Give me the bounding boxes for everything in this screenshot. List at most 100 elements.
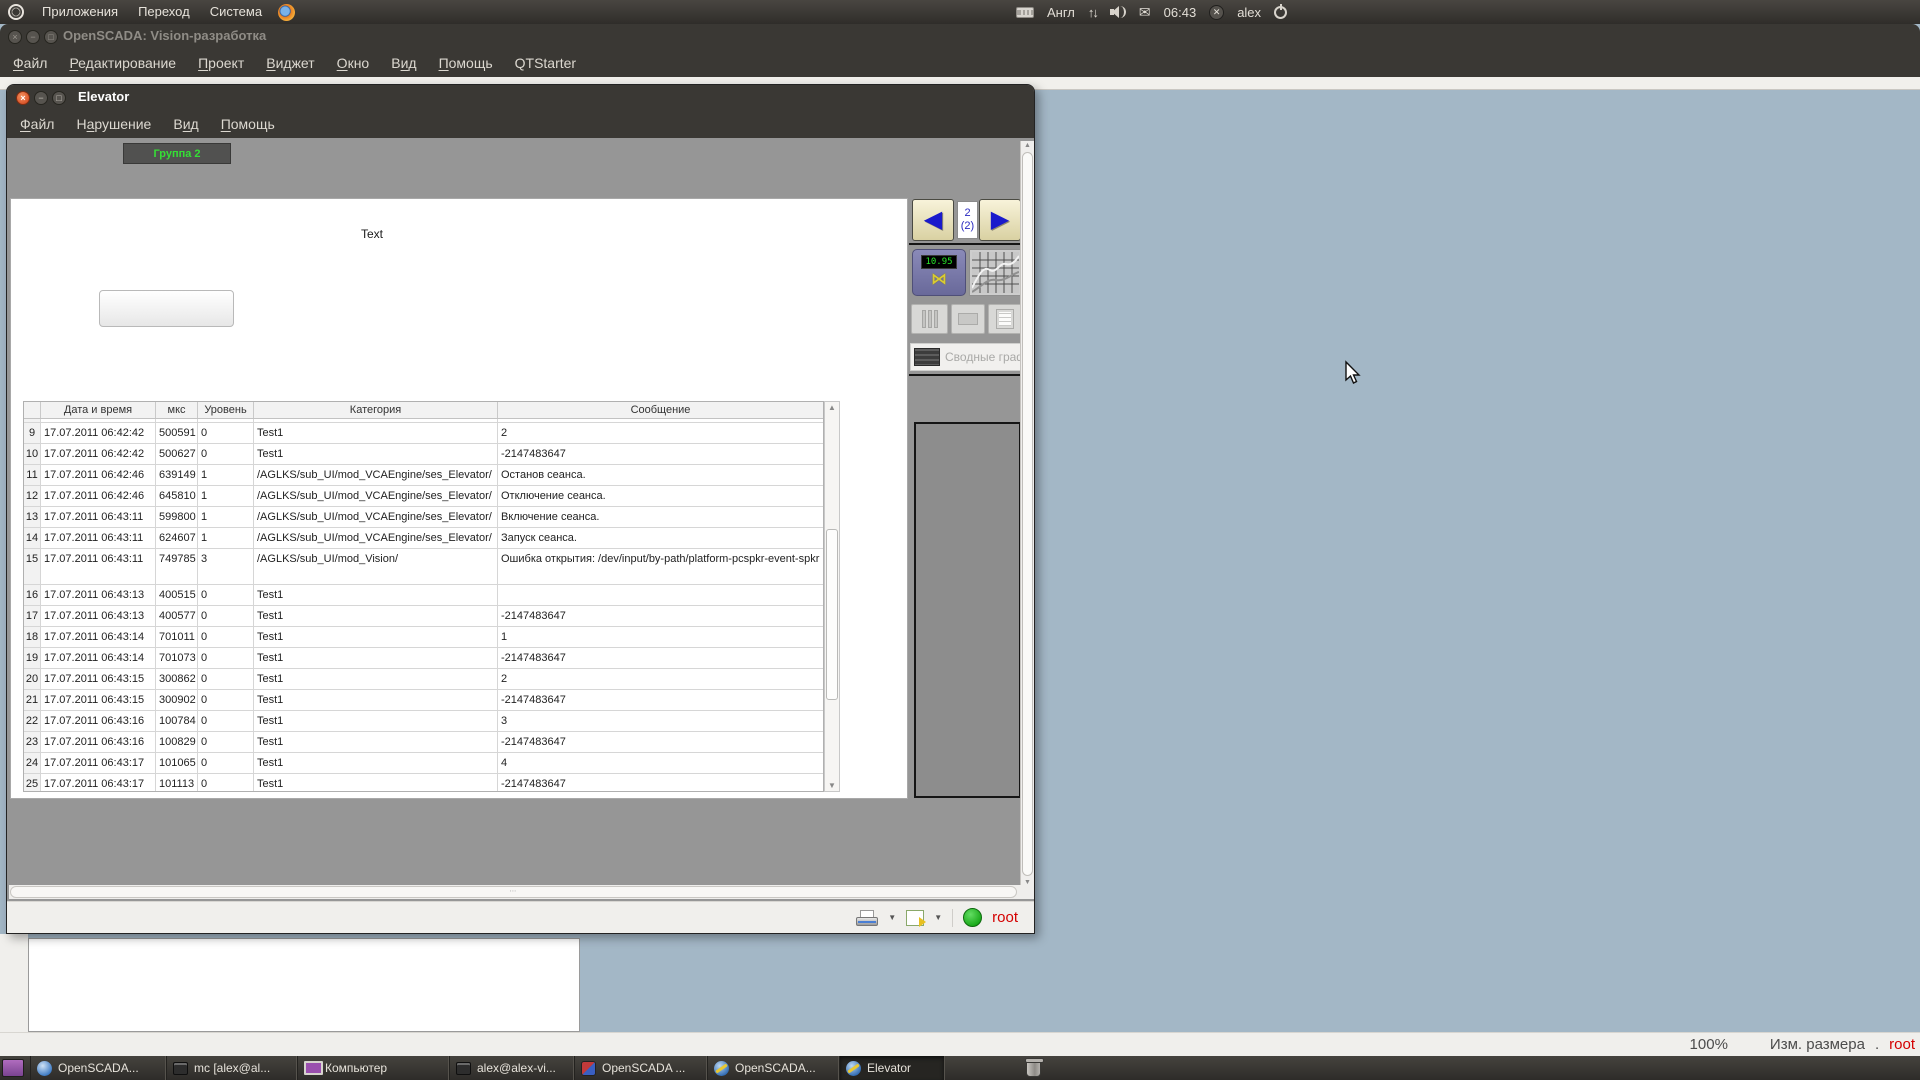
taskbar-item[interactable]: mc [alex@al... (166, 1056, 297, 1080)
elevator-close-button[interactable]: × (16, 91, 30, 105)
elevator-user-label[interactable]: root (992, 909, 1018, 926)
table-scrollbar-thumb[interactable] (826, 529, 838, 700)
column-header[interactable]: Дата и время (41, 402, 156, 418)
table-row[interactable]: 19 17.07.2011 06:43:14 701073 0 Test1 -2… (24, 648, 823, 669)
summary-graphs-button[interactable]: Сводные граф. (910, 343, 1023, 371)
table-row[interactable]: 15 17.07.2011 06:43:11 749785 3 /AGLKS/s… (24, 549, 823, 585)
horizontal-scrollbar-thumb[interactable]: ⋯ (10, 886, 1017, 898)
valve-widget-button[interactable]: 10.95 ⋈ (912, 249, 966, 296)
power-icon[interactable] (1274, 6, 1287, 19)
vision-titlebar[interactable]: × − □ OpenSCADA: Vision-разработка (0, 24, 1920, 50)
print-dropdown-icon[interactable]: ▼ (888, 913, 896, 922)
network-arrows-icon[interactable]: ↑↓ (1088, 5, 1097, 20)
cell-level (198, 419, 254, 422)
table-row[interactable]: 16 17.07.2011 06:43:13 400515 0 Test1 (24, 585, 823, 606)
table-vertical-scrollbar[interactable]: ▲ ▼ (824, 401, 840, 792)
taskbar-item[interactable]: Elevator (839, 1056, 945, 1080)
elevator-horizontal-scrollbar[interactable]: ⋯ (9, 885, 1034, 899)
table-row[interactable]: 25 17.07.2011 06:43:17 101113 0 Test1 -2… (24, 774, 823, 792)
cell-level: 1 (198, 486, 254, 506)
table-row[interactable]: 11 17.07.2011 06:42:46 639149 1 /AGLKS/s… (24, 465, 823, 486)
next-page-button[interactable]: ▶ (979, 199, 1021, 241)
cell-category: Test1 (254, 423, 498, 443)
scroll-up-icon[interactable]: ▲ (1021, 142, 1034, 149)
show-desktop-icon[interactable] (2, 1059, 24, 1077)
export-dropdown-icon[interactable]: ▼ (934, 913, 942, 922)
elevator-menu-item[interactable]: Файл (9, 111, 65, 138)
mimic-select-button-3[interactable] (988, 304, 1022, 334)
table-row[interactable]: 24 17.07.2011 06:43:17 101065 0 Test1 4 (24, 753, 823, 774)
elevator-menu-item[interactable]: Помощь (210, 111, 286, 138)
scroll-down-icon[interactable]: ▼ (825, 781, 839, 790)
panel-menu-item[interactable]: Переход (128, 0, 200, 24)
taskbar-item[interactable]: Компьютер (297, 1056, 449, 1080)
group-tab[interactable]: Группа 2 (123, 143, 231, 164)
mimic-select-button-1[interactable] (911, 304, 948, 334)
vision-close-button[interactable]: × (8, 30, 22, 44)
vision-user-label[interactable]: root (1889, 1036, 1915, 1053)
panel-menu-item[interactable]: Система (200, 0, 272, 24)
elevator-titlebar[interactable]: × − □ Elevator (7, 85, 1034, 111)
prev-page-button[interactable]: ◀ (912, 199, 954, 241)
elevator-minimize-button[interactable]: − (34, 91, 48, 105)
vision-menu-item[interactable]: Файл (2, 50, 58, 77)
vision-menu-item[interactable]: Вид (380, 50, 427, 77)
column-header[interactable]: Уровень (198, 402, 254, 418)
graph-widget-button[interactable] (969, 249, 1022, 296)
cell-microseconds: 500591 (156, 423, 198, 443)
table-row[interactable]: 14 17.07.2011 06:43:11 624607 1 /AGLKS/s… (24, 528, 823, 549)
cell-message: 2 (498, 423, 823, 443)
panel-menu-item[interactable]: Приложения (32, 0, 128, 24)
column-header[interactable]: мкс (156, 402, 198, 418)
elevator-menu-item[interactable]: Вид (162, 111, 209, 138)
clock[interactable]: 06:43 (1164, 5, 1197, 20)
print-icon[interactable] (856, 910, 878, 926)
vision-menu-item[interactable]: Проект (187, 50, 255, 77)
vision-menu-item[interactable]: QTStarter (504, 50, 587, 77)
vision-menu-item[interactable]: Окно (326, 50, 381, 77)
table-row[interactable]: 18 17.07.2011 06:43:14 701011 0 Test1 1 (24, 627, 823, 648)
table-row[interactable]: 23 17.07.2011 06:43:16 100829 0 Test1 -2… (24, 732, 823, 753)
keyboard-layout-icon[interactable] (1016, 7, 1034, 18)
trash-icon[interactable] (1026, 1059, 1041, 1077)
cell-level: 0 (198, 753, 254, 773)
username-label[interactable]: alex (1237, 5, 1261, 20)
vertical-scrollbar-thumb[interactable] (1022, 152, 1033, 876)
table-row[interactable]: 13 17.07.2011 06:43:11 599800 1 /AGLKS/s… (24, 507, 823, 528)
taskbar-item[interactable]: alex@alex-vi... (449, 1056, 574, 1080)
export-icon[interactable] (906, 910, 924, 926)
cell-message: -2147483647 (498, 774, 823, 792)
table-row[interactable]: 17 17.07.2011 06:43:13 400577 0 Test1 -2… (24, 606, 823, 627)
canvas-blank-button[interactable] (99, 290, 234, 327)
table-row[interactable]: 20 17.07.2011 06:43:15 300862 0 Test1 2 (24, 669, 823, 690)
table-row[interactable]: 21 17.07.2011 06:43:15 300902 0 Test1 -2… (24, 690, 823, 711)
scroll-up-icon[interactable]: ▲ (825, 403, 839, 412)
mimic-select-button-2[interactable] (951, 304, 985, 334)
column-header[interactable]: Категория (254, 402, 498, 418)
elevator-vertical-scrollbar[interactable]: ▲ ▼ (1020, 141, 1034, 887)
vision-menu-item[interactable]: Помощь (428, 50, 504, 77)
elevator-maximize-button[interactable]: □ (52, 91, 66, 105)
taskbar-item[interactable]: OpenSCADA... (30, 1056, 166, 1080)
keyboard-layout-label[interactable]: Англ (1047, 5, 1075, 20)
firefox-icon[interactable] (278, 4, 295, 21)
volume-icon[interactable] (1110, 6, 1126, 18)
table-row[interactable]: 12 17.07.2011 06:42:46 645810 1 /AGLKS/s… (24, 486, 823, 507)
vision-menu-item[interactable]: Виджет (255, 50, 325, 77)
column-header[interactable]: Сообщение (498, 402, 823, 418)
table-row[interactable]: 10 17.07.2011 06:42:42 500627 0 Test1 -2… (24, 444, 823, 465)
background-widget-panel (28, 938, 580, 1032)
cell-row-number: 15 (24, 549, 41, 584)
table-row[interactable]: 22 17.07.2011 06:43:16 100784 0 Test1 3 (24, 711, 823, 732)
table-row[interactable]: 9 17.07.2011 06:42:42 500591 0 Test1 2 (24, 423, 823, 444)
taskbar-item[interactable]: OpenSCADA... (707, 1056, 839, 1080)
vision-menu-item[interactable]: Редактирование (58, 50, 187, 77)
ubuntu-logo-icon[interactable] (8, 4, 24, 20)
vision-maximize-button[interactable]: □ (44, 30, 58, 44)
elevator-menu-item[interactable]: Нарушение (65, 111, 162, 138)
column-header[interactable] (24, 402, 41, 418)
vision-minimize-button[interactable]: − (26, 30, 40, 44)
taskbar-item[interactable]: OpenSCADA ... (574, 1056, 707, 1080)
user-status-icon[interactable]: ✕ (1209, 5, 1224, 20)
mail-icon[interactable]: ✉ (1139, 4, 1151, 21)
